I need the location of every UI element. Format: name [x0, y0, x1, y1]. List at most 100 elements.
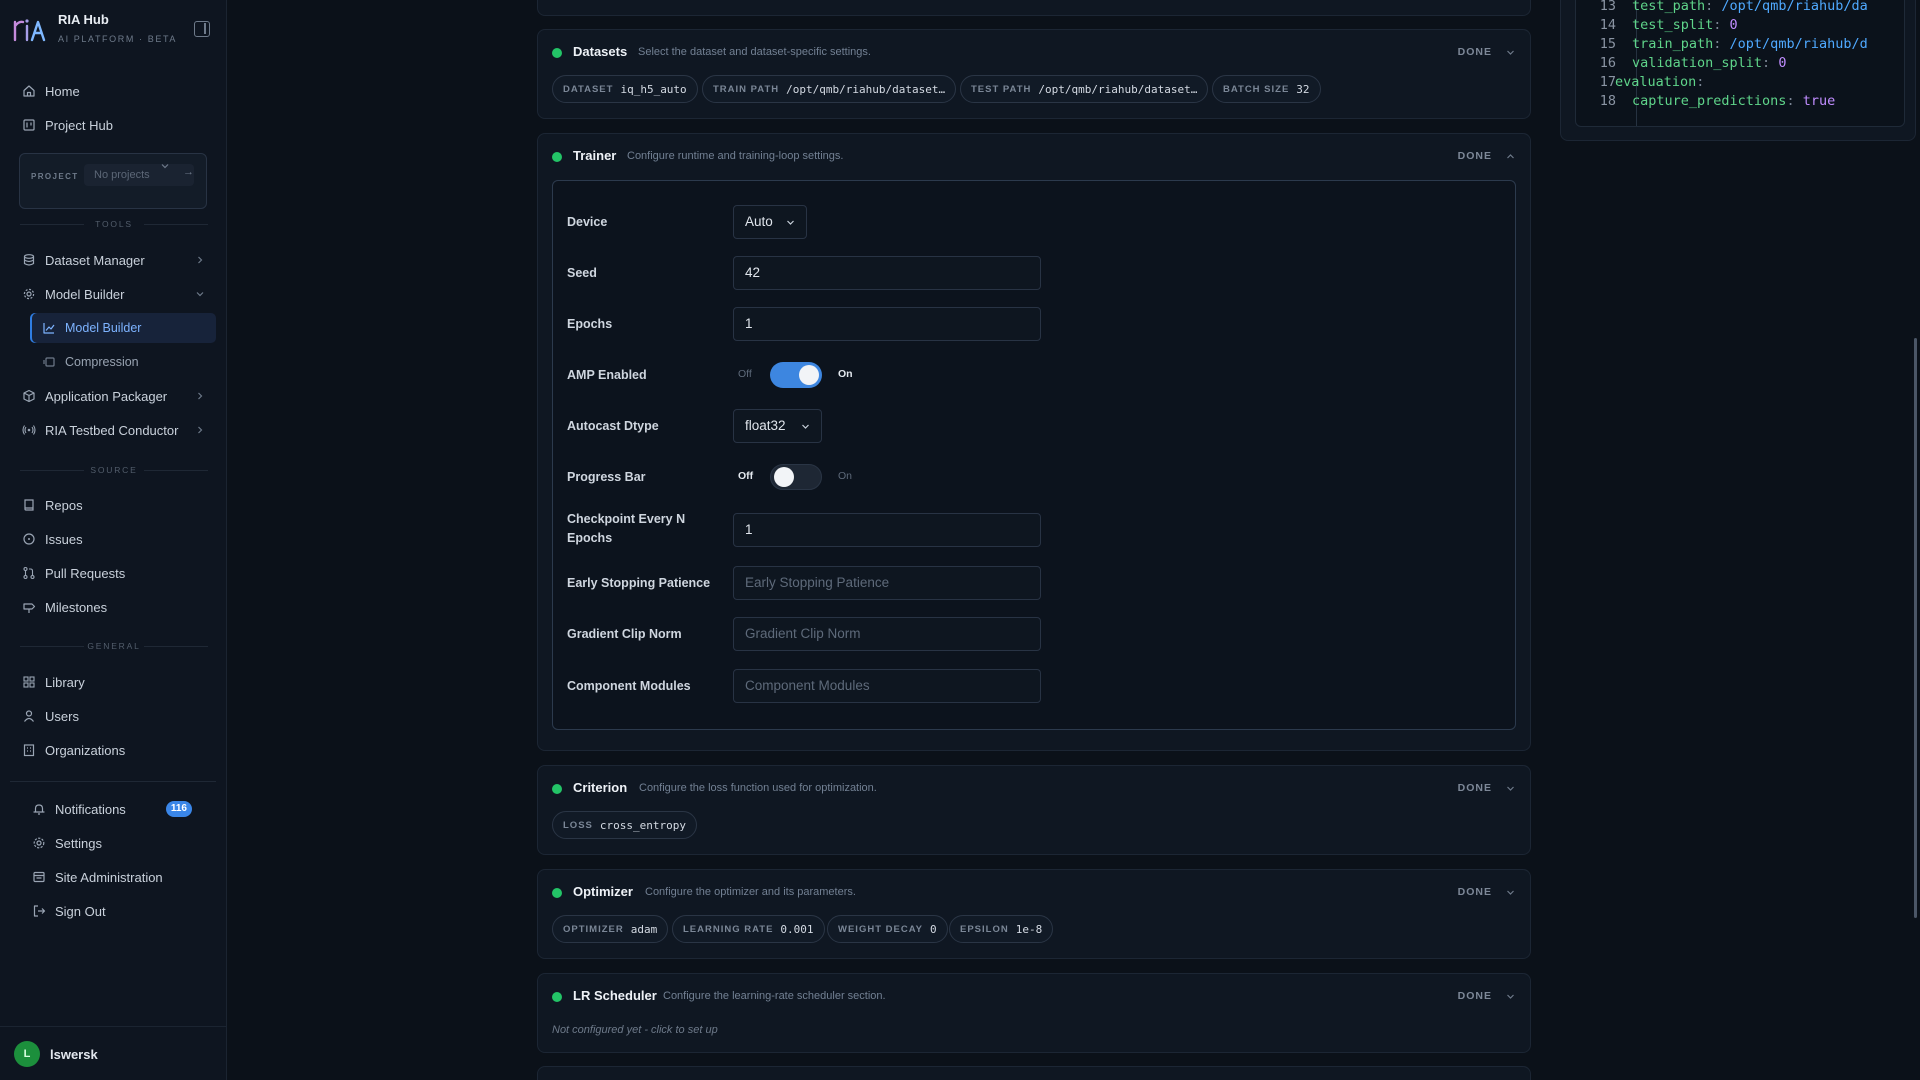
package-icon [22, 389, 36, 403]
sign-out-icon [32, 904, 46, 918]
sidebar-item-users[interactable]: Users [10, 701, 216, 731]
board-icon [22, 118, 36, 132]
user-name: lswersk [50, 1047, 98, 1062]
line-number: 16 [1599, 55, 1616, 71]
sidebar-item-testbed-conductor[interactable]: RIA Testbed Conductor [10, 415, 216, 445]
sidebar-item-issues[interactable]: Issues [10, 524, 216, 554]
line-number: 17 [1599, 74, 1616, 90]
code-text: validation_split: 0 [1632, 55, 1787, 71]
sidebar-item-dataset-manager[interactable]: Dataset Manager [10, 245, 216, 275]
sidebar-item-model-builder[interactable]: Model Builder [10, 279, 216, 309]
sidebar-item-label: Notifications [55, 801, 126, 817]
sidebar-item-library[interactable]: Library [10, 667, 216, 697]
sidebar-item-label: Sign Out [55, 903, 106, 919]
project-select[interactable]: No projects [84, 164, 194, 186]
progress-bar-toggle[interactable] [770, 464, 822, 490]
chevron-down-icon[interactable] [1505, 991, 1516, 1002]
sidebar-item-label: Model Builder [65, 321, 142, 335]
sidebar-item-milestones[interactable]: Milestones [10, 592, 216, 622]
sidebar-item-label: Users [45, 708, 79, 724]
section-description: Configure the optimizer and its paramete… [645, 886, 856, 898]
device-select[interactable]: Auto [733, 205, 807, 239]
progress-bar-toggle-group: Off On [733, 462, 863, 492]
datasets-header[interactable]: Datasets Select the dataset and dataset-… [538, 30, 1530, 74]
sidebar-item-settings[interactable]: Settings [20, 828, 216, 858]
line-number: 14 [1599, 17, 1616, 33]
early-stopping-label: Early Stopping Patience [567, 576, 711, 590]
user-bar[interactable]: L lswersk [0, 1026, 227, 1080]
status-badge: DONE [1457, 886, 1492, 898]
early-stopping-input[interactable]: Early Stopping Patience [733, 566, 1041, 600]
sidebar-item-label: Project Hub [45, 117, 113, 133]
optimizer-card: Optimizer Configure the optimizer and it… [537, 869, 1531, 959]
section-source: SOURCE [20, 465, 208, 475]
code-text: test_path: /opt/qmb/riahub/da [1632, 0, 1868, 14]
epochs-input[interactable]: 1 [733, 307, 1041, 341]
sidebar-item-application-packager[interactable]: Application Packager [10, 381, 216, 411]
amp-enabled-toggle[interactable] [770, 362, 822, 388]
chevron-down-icon [161, 164, 169, 169]
sidebar-item-pull-requests[interactable]: Pull Requests [10, 558, 216, 588]
sidebar-item-home[interactable]: Home [10, 76, 216, 106]
book-icon [22, 498, 36, 512]
optimizer-header[interactable]: Optimizer Configure the optimizer and it… [538, 870, 1530, 914]
chip-optimizer: OPTIMIZER adam [552, 915, 669, 943]
criterion-header[interactable]: Criterion Configure the loss function us… [538, 766, 1530, 810]
scheduler-setup-link[interactable]: Not configured yet - click to set up [552, 1024, 718, 1036]
sidebar-item-model-builder-sub[interactable]: Model Builder [30, 313, 216, 343]
component-modules-input[interactable]: Component Modules [733, 669, 1041, 703]
chevron-down-icon[interactable] [1505, 887, 1516, 898]
device-label: Device [567, 215, 608, 229]
brand[interactable]: RIA Hub AI PLATFORM · BETA [12, 10, 222, 50]
avatar: L [14, 1041, 40, 1067]
checkpoint-input[interactable]: 1 [733, 513, 1041, 547]
section-tools: TOOLS [20, 219, 208, 229]
seed-input[interactable]: 42 [733, 256, 1041, 290]
code-line: 18 capture_predictions: true [1576, 92, 1904, 111]
page-scrollbar[interactable] [1914, 338, 1917, 918]
autocast-dtype-select[interactable]: float32 [733, 409, 822, 443]
chevron-up-icon[interactable] [1505, 151, 1516, 162]
section-description: Configure the loss function used for opt… [639, 782, 877, 794]
yaml-editor[interactable]: 13 test_path: /opt/qmb/riahub/da 14 test_sp… [1575, 0, 1905, 127]
amp-enabled-label: AMP Enabled [567, 368, 647, 382]
gradient-clip-input[interactable]: Gradient Clip Norm [733, 617, 1041, 651]
chevron-down-icon[interactable] [1505, 47, 1516, 58]
toggle-knob [774, 467, 794, 487]
lr-scheduler-card: LR Scheduler Configure the learning-rate… [537, 973, 1531, 1053]
trainer-header[interactable]: Trainer Configure runtime and training-l… [538, 134, 1530, 178]
chevron-down-icon [196, 292, 204, 297]
chevron-down-icon [802, 424, 809, 429]
sidebar-item-repos[interactable]: Repos [10, 490, 216, 520]
chip-train-path: TRAIN PATH/opt/qmb/riahub/dataset… [702, 75, 957, 103]
sidebar-item-project-hub[interactable]: Project Hub [10, 110, 216, 140]
sidebar-item-organizations[interactable]: Organizations [10, 735, 216, 765]
sidebar-item-notifications[interactable]: Notifications 116 [20, 794, 216, 824]
line-number: 13 [1599, 0, 1616, 14]
section-description: Configure runtime and training-loop sett… [627, 150, 844, 162]
code-line: 14 test_split: 0 [1576, 16, 1904, 35]
line-number: 18 [1599, 93, 1616, 109]
sidebar-item-sign-out[interactable]: Sign Out [20, 896, 216, 926]
trainer-form: Device Auto Seed 42 Epochs 1 AMP Enabled… [552, 180, 1516, 730]
section-title: Datasets [573, 44, 628, 59]
next-section-card [537, 1066, 1531, 1080]
notifications-count-badge: 116 [165, 801, 192, 817]
previous-section-card [537, 0, 1531, 16]
code-text: capture_predictions: true [1632, 93, 1836, 109]
sidebar-item-label: Settings [55, 835, 102, 851]
chevron-right-icon [198, 392, 203, 400]
line-number: 15 [1599, 36, 1616, 52]
device-value: Auto [745, 214, 773, 229]
lr-scheduler-header[interactable]: LR Scheduler Configure the learning-rate… [538, 974, 1530, 1018]
code-line: 15 train_path: /opt/qmb/riahub/d [1576, 35, 1904, 54]
sidebar-item-compression[interactable]: Compression [30, 347, 216, 377]
seed-label: Seed [567, 266, 597, 280]
sidebar-item-site-administration[interactable]: Site Administration [20, 862, 216, 892]
line-chart-icon [42, 321, 56, 335]
gear-icon [32, 836, 46, 850]
sidebar-collapse-icon[interactable] [194, 21, 210, 37]
project-go-button[interactable]: → [183, 166, 194, 178]
user-icon [22, 709, 36, 723]
chevron-down-icon[interactable] [1505, 783, 1516, 794]
